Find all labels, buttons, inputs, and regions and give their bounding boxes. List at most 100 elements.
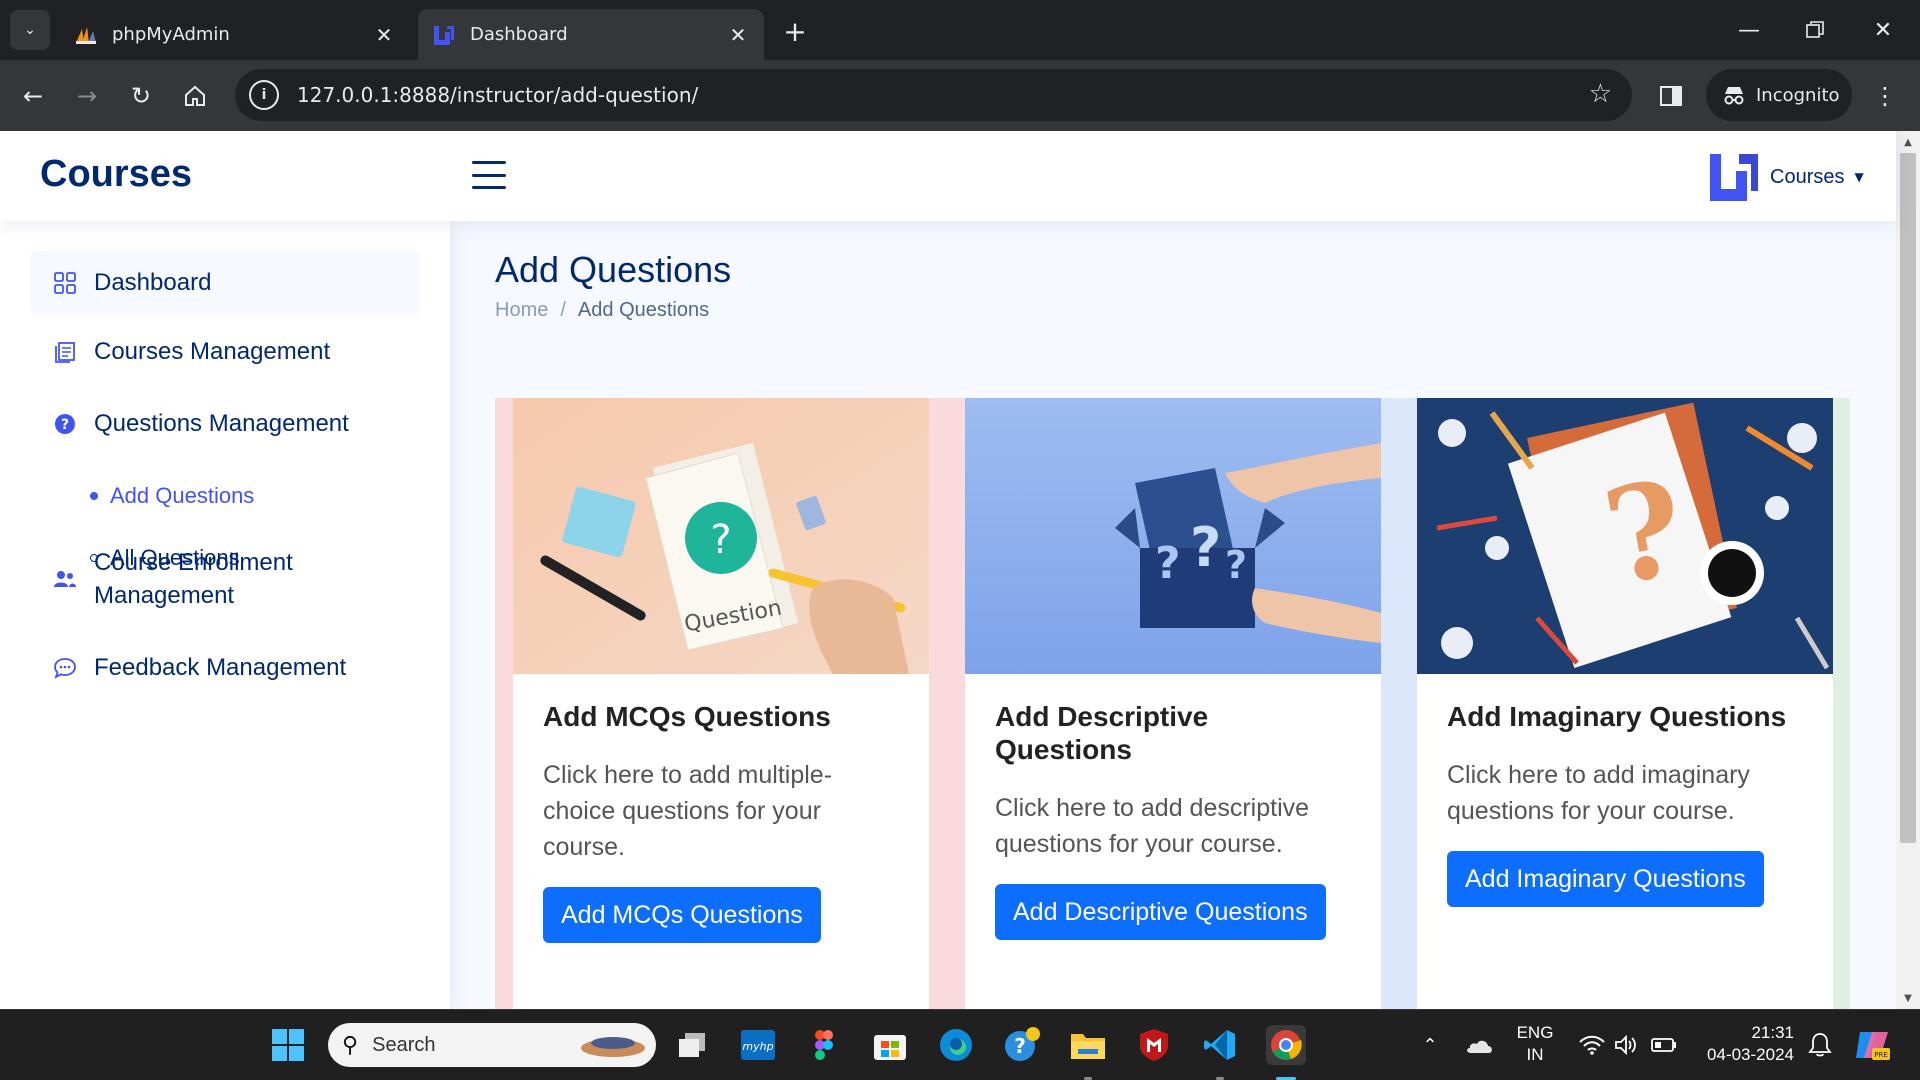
search-icon: ⚲ — [342, 1032, 359, 1057]
add-imaginary-questions-button[interactable]: Add Imaginary Questions — [1447, 851, 1764, 907]
battery-icon[interactable] — [1644, 1025, 1684, 1065]
clock[interactable]: 21:31 04-03-2024 — [1694, 1022, 1794, 1066]
page-viewport: Courses Courses ▼ Dashboard Courses Mana… — [0, 131, 1920, 1009]
sidebar-item-label: Feedback Management — [94, 654, 347, 681]
card-title: Add Imaginary Questions — [1447, 701, 1787, 732]
caret-down-icon: ▼ — [1854, 170, 1864, 184]
copilot-icon[interactable]: PRE — [1852, 1025, 1892, 1065]
card-text: Click here to add descriptive questions … — [995, 794, 1310, 858]
incognito-label: Incognito — [1756, 84, 1840, 106]
toggle-sidebar-button[interactable] — [472, 161, 506, 189]
journal-icon — [52, 339, 78, 365]
scroll-up-icon[interactable]: ▲ — [1896, 133, 1920, 151]
hamburger-line — [472, 161, 506, 164]
close-icon[interactable]: ✕ — [372, 23, 396, 47]
clock-time: 21:31 — [1751, 1023, 1794, 1042]
task-view-icon[interactable] — [672, 1025, 712, 1065]
tab-dashboard[interactable]: Dashboard ✕ — [418, 9, 764, 60]
tab-search-button[interactable]: ⌄ — [10, 10, 50, 50]
svg-text:?: ? — [1155, 538, 1181, 589]
restore-button[interactable] — [1790, 10, 1840, 50]
vscode-icon[interactable] — [1200, 1025, 1240, 1065]
sidebar-item-questions-management[interactable]: ? Questions Management — [30, 399, 420, 449]
card-body: Add Descriptive Questions Click here to … — [965, 674, 1381, 940]
scrollbar-thumb[interactable] — [1900, 153, 1916, 843]
language-indicator[interactable]: ENG IN — [1510, 1022, 1560, 1066]
side-panel-button[interactable] — [1652, 77, 1690, 115]
back-button[interactable]: ← — [14, 77, 52, 115]
breadcrumb: Home / Add Questions — [495, 299, 731, 322]
chat-icon — [52, 655, 78, 681]
svg-text:PRE: PRE — [1874, 1051, 1888, 1059]
sidebar-item-label: Courses Management — [94, 338, 331, 365]
profile-dropdown[interactable]: Courses ▼ — [1708, 151, 1864, 203]
brand-logo-icon — [1710, 154, 1758, 201]
page-title: Add Questions — [495, 249, 732, 290]
bookmark-star-icon[interactable]: ☆ — [1589, 80, 1612, 108]
file-explorer-icon[interactable] — [1068, 1025, 1108, 1065]
card-title: Add MCQs Questions — [543, 701, 831, 732]
tab-phpmyadmin[interactable]: phpMyAdmin ✕ — [60, 9, 410, 60]
windows-logo-icon — [272, 1029, 304, 1061]
minimize-button[interactable]: — — [1724, 10, 1774, 50]
svg-text:?: ? — [61, 417, 69, 433]
home-button[interactable] — [176, 77, 214, 115]
clock-date: 04-03-2024 — [1707, 1045, 1794, 1064]
site-info-icon[interactable]: i — [249, 80, 279, 110]
edge-browser-icon[interactable] — [936, 1025, 976, 1065]
chrome-icon[interactable] — [1266, 1025, 1306, 1065]
sidebar-item-course-enrollment-management[interactable]: Course Enrollment Management — [30, 539, 420, 619]
show-hidden-icons-button[interactable]: ⌃ — [1410, 1025, 1450, 1065]
forward-button[interactable]: → — [68, 77, 106, 115]
close-icon[interactable]: ✕ — [726, 23, 750, 47]
address-bar[interactable]: i 127.0.0.1:8888/instructor/add-question… — [235, 69, 1632, 121]
add-descriptive-questions-button[interactable]: Add Descriptive Questions — [995, 884, 1326, 940]
profile-name: Courses — [1770, 165, 1845, 188]
url-text[interactable]: 127.0.0.1:8888/instructor/add-question/ — [297, 83, 698, 107]
figma-app-icon[interactable] — [804, 1025, 844, 1065]
card-image-descriptive: ? ? ? — [965, 398, 1381, 674]
sidebar-item-courses-management[interactable]: Courses Management — [30, 327, 420, 377]
incognito-indicator[interactable]: Incognito — [1706, 69, 1852, 121]
start-button[interactable] — [268, 1025, 308, 1065]
sidebar-item-label: Questions Management — [94, 410, 349, 437]
svg-text:myhp: myhp — [742, 1040, 773, 1053]
notepad-question-illustration: ? Question — [513, 398, 929, 674]
onedrive-icon[interactable] — [1458, 1025, 1498, 1065]
grid-icon — [52, 270, 78, 296]
myhp-app-icon[interactable]: myhp — [738, 1025, 778, 1065]
sidebar-item-dashboard[interactable]: Dashboard — [30, 251, 420, 315]
side-panel-icon — [1660, 86, 1682, 106]
site-logo[interactable]: Courses — [40, 153, 192, 196]
sidebar-item-feedback-management[interactable]: Feedback Management — [30, 643, 420, 693]
browser-tab-strip: ⌄ phpMyAdmin ✕ Dashboard ✕ + — ✕ — [0, 0, 1920, 60]
more-vertical-icon: ⋮ — [1873, 82, 1897, 110]
phpmyadmin-favicon-icon — [76, 26, 96, 44]
arrow-left-icon: ← — [22, 82, 44, 110]
card-image-imaginary: ? — [1417, 398, 1833, 674]
page-scrollbar[interactable]: ▲ ▼ — [1896, 131, 1920, 1009]
get-help-icon[interactable]: ? — [1002, 1025, 1042, 1065]
add-mcq-questions-button[interactable]: Add MCQs Questions — [543, 887, 821, 943]
reload-button[interactable]: ↻ — [122, 77, 160, 115]
browser-menu-button[interactable]: ⋮ — [1870, 77, 1900, 115]
taskbar-search-box[interactable]: ⚲ Search — [328, 1023, 656, 1067]
tab-label: Dashboard — [470, 24, 568, 45]
sidebar-subitem-add-questions[interactable]: Add Questions — [90, 483, 254, 509]
chevron-down-icon: ⌄ — [24, 22, 36, 38]
close-window-button[interactable]: ✕ — [1858, 10, 1908, 50]
new-tab-button[interactable]: + — [778, 14, 812, 48]
breadcrumb-home-link[interactable]: Home — [495, 299, 548, 322]
search-highlight-icon — [581, 1037, 645, 1057]
scroll-down-icon[interactable]: ▼ — [1896, 989, 1920, 1007]
mcafee-icon[interactable] — [1134, 1025, 1174, 1065]
card-text: Click here to add imaginary questions fo… — [1447, 761, 1750, 825]
site-header: Courses Courses ▼ — [0, 131, 1896, 221]
volume-icon[interactable] — [1606, 1025, 1646, 1065]
card-mcq-questions: ? Question Add MCQs Questions Click here… — [513, 398, 929, 1009]
box-question-illustration: ? ? ? — [965, 398, 1381, 674]
browser-toolbar: ← → ↻ i 127.0.0.1:8888/instructor/add-qu… — [0, 60, 1920, 131]
notifications-icon[interactable] — [1800, 1025, 1840, 1065]
sidebar-item-label: Course Enrollment Management — [94, 549, 293, 609]
microsoft-store-icon[interactable] — [870, 1025, 910, 1065]
